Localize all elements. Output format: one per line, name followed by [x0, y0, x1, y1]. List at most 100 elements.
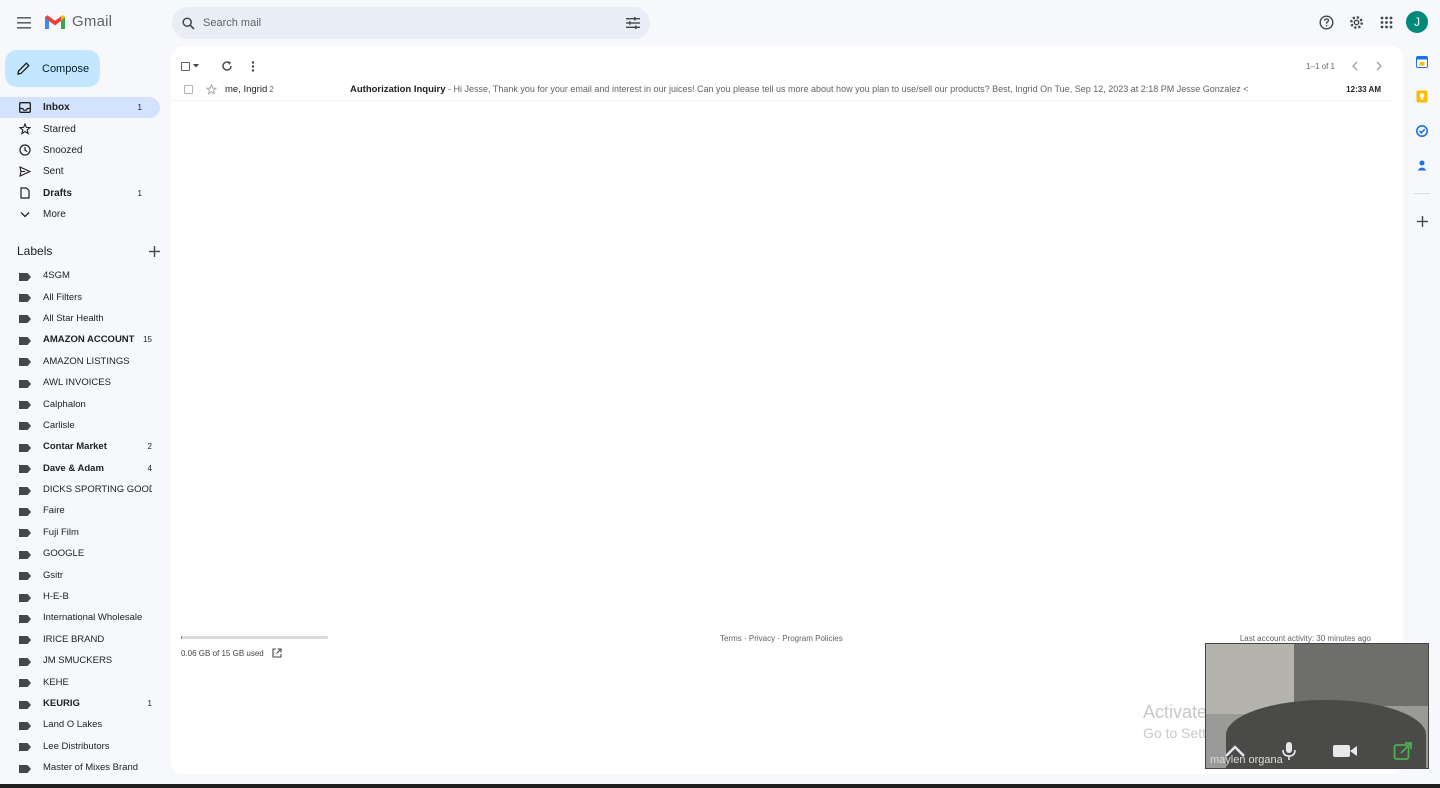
main-menu-button[interactable] [14, 13, 34, 33]
label-item[interactable]: H-E-B [0, 586, 160, 607]
label-item[interactable]: International Wholesale [0, 607, 160, 628]
nav-item-label: Snoozed [43, 144, 83, 156]
pencil-icon [17, 62, 30, 75]
label-item-name: Dave & Adam [43, 462, 104, 474]
policy-links[interactable]: Terms · Privacy · Program Policies [720, 634, 843, 643]
nav-item-starred[interactable]: Starred [0, 118, 160, 139]
label-tag-icon [19, 528, 31, 538]
label-item[interactable]: Gsitr [0, 564, 160, 585]
nav-item-snoozed[interactable]: Snoozed [0, 140, 160, 161]
video-call-overlay[interactable]: maylen organa [1205, 643, 1429, 769]
label-item-name: DICKS SPORTING GOODS [43, 484, 152, 496]
label-item[interactable]: Contar Market 2 [0, 436, 160, 457]
label-tag-icon [19, 400, 31, 410]
label-item-name: Contar Market [43, 441, 107, 453]
tasks-icon[interactable] [1416, 125, 1428, 137]
nav-item-sent[interactable]: Sent [0, 161, 160, 182]
label-item-name: IRICE BRAND [43, 633, 105, 645]
pagination: 1–1 of 1 [1306, 52, 1383, 80]
label-tag-icon [19, 657, 31, 666]
nav-item-drafts[interactable]: Drafts 1 [0, 183, 160, 204]
more-vert-icon[interactable] [251, 60, 255, 72]
chevron-left-icon[interactable] [1351, 61, 1359, 71]
label-tag-icon [19, 486, 31, 495]
email-sender: me, Ingrid 2 [225, 84, 350, 95]
apps-grid-icon [1380, 16, 1392, 28]
label-item[interactable]: Faire [0, 500, 160, 521]
nav-item-label: More [43, 209, 66, 221]
label-item[interactable]: All Filters [0, 286, 160, 307]
account-avatar[interactable]: J [1406, 11, 1428, 33]
label-item[interactable]: IRICE BRAND [0, 629, 160, 650]
label-item-name: Lee Distributors [43, 740, 110, 752]
label-item[interactable]: KEHE [0, 671, 160, 692]
select-all-checkbox[interactable] [181, 61, 199, 71]
contacts-icon[interactable] [1416, 159, 1428, 171]
label-item[interactable]: DICKS SPORTING GOODS [0, 479, 160, 500]
keep-icon[interactable] [1416, 90, 1428, 103]
label-item[interactable]: Master of Mixes Brand [0, 757, 160, 778]
label-item[interactable]: JM SMUCKERS [0, 650, 160, 671]
search-bar[interactable] [172, 7, 650, 39]
label-item[interactable]: AWL INVOICES [0, 372, 160, 393]
label-item-name: Calphalon [43, 398, 86, 410]
label-item[interactable]: AMAZON ACCOUNT 15 [0, 329, 160, 350]
label-tag-icon [19, 464, 31, 474]
video-camera-icon[interactable] [1332, 743, 1358, 759]
label-item[interactable]: All Star Health [0, 308, 160, 329]
star-icon [18, 122, 32, 136]
label-item-name: Faire [43, 505, 65, 517]
list-footer: 0.06 GB of 15 GB used Terms · Privacy · … [181, 634, 1381, 664]
nav-item-count: 1 [137, 103, 142, 113]
video-background [1294, 644, 1428, 706]
row-checkbox[interactable] [184, 85, 193, 94]
google-apps-button[interactable] [1376, 12, 1396, 32]
label-tag-icon [19, 507, 31, 516]
plus-icon[interactable] [149, 245, 160, 257]
label-item[interactable]: GOOGLE [0, 543, 160, 564]
gmail-logo[interactable]: Gmail [44, 13, 112, 30]
account-activity: Last account activity: 30 minutes ago [1239, 634, 1371, 643]
open-external-icon[interactable] [272, 648, 282, 658]
nav-item-inbox[interactable]: Inbox 1 [0, 97, 160, 119]
label-item[interactable]: AMAZON LISTINGS [0, 351, 160, 372]
add-app-plus-icon[interactable] [1416, 216, 1428, 227]
label-item[interactable]: Lee Distributors [0, 736, 160, 757]
star-outline-icon [205, 84, 217, 95]
label-item-name: All Filters [43, 291, 83, 303]
pop-out-icon[interactable] [1393, 741, 1413, 761]
taskbar-edge [0, 784, 1440, 788]
search-options-icon[interactable] [626, 17, 640, 29]
label-item[interactable]: Carlisle [0, 415, 160, 436]
sender-names: me, Ingrid [225, 84, 268, 95]
storage-info: 0.06 GB of 15 GB used [181, 648, 282, 658]
label-item[interactable]: Calphalon [0, 393, 160, 414]
label-tag-icon [19, 550, 31, 559]
settings-button[interactable] [1346, 12, 1366, 32]
email-row[interactable]: me, Ingrid 2 Authorization Inquiry - Hi J… [171, 79, 1393, 101]
label-tag-icon [19, 421, 31, 431]
label-tag-icon [19, 678, 31, 688]
label-item[interactable]: KEURIG 1 [0, 693, 160, 714]
label-tag-icon [19, 336, 31, 345]
label-item-name: 4SGM [43, 270, 70, 282]
support-button[interactable] [1316, 12, 1336, 32]
row-star[interactable] [205, 84, 217, 96]
caret-down-icon [193, 64, 199, 68]
label-item[interactable]: Land O Lakes [0, 714, 160, 735]
calendar-icon[interactable] [1416, 56, 1428, 68]
label-item-name: Land O Lakes [43, 719, 103, 731]
list-toolbar [181, 52, 255, 80]
storage-bar [181, 636, 328, 639]
nav-list: Inbox 1 Starred Snoozed Sent Drafts 1 More [0, 97, 170, 225]
label-item[interactable]: Fuji Film [0, 522, 160, 543]
label-item-name: GOOGLE [43, 548, 85, 560]
search-icon[interactable] [182, 16, 195, 30]
search-input[interactable] [203, 17, 626, 29]
label-item[interactable]: 4SGM [0, 265, 160, 286]
chevron-right-icon[interactable] [1375, 61, 1383, 71]
compose-button[interactable]: Compose [5, 50, 100, 87]
refresh-icon[interactable] [221, 60, 233, 72]
nav-item-more[interactable]: More [0, 204, 160, 225]
label-item[interactable]: Dave & Adam 4 [0, 458, 160, 479]
